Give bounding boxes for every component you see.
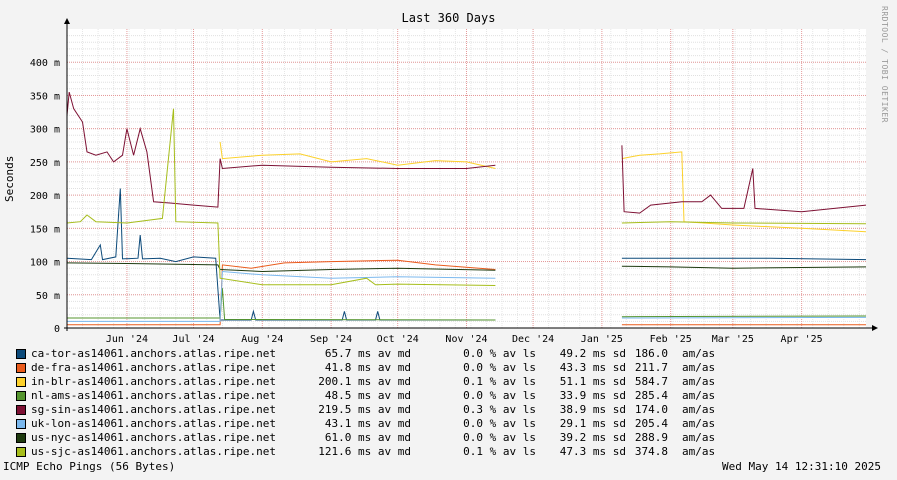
- x-tick-label: Aug '24: [241, 334, 283, 345]
- legend-sd: 39.2 ms sd: [559, 431, 626, 444]
- legend-sd: 38.9 ms sd: [559, 403, 626, 416]
- x-axis-arrow: [872, 325, 878, 331]
- legend-swatch: [16, 419, 26, 429]
- legend-loss: 0.0 % av ls: [463, 347, 536, 360]
- legend-unit: am/as: [682, 445, 716, 458]
- legend-sd: 33.9 ms sd: [559, 389, 626, 402]
- chart-canvas: 0 50 m 100 m 150 m 200 m 250 m 300 m 350 m 400 m…: [30, 18, 878, 345]
- legend-median: 41.8 ms av md: [324, 361, 411, 374]
- legend-loss: 0.0 % av ls: [463, 417, 536, 430]
- legend-unit: am/as: [682, 347, 716, 360]
- y-tick-label: 400 m: [30, 58, 60, 69]
- legend-host: nl-ams-as14061.anchors.atlas.ripe.net: [31, 389, 277, 402]
- legend-row: de-fra-as14061.anchors.atlas.ripe.net 41.…: [16, 361, 896, 375]
- legend-row: us-nyc-as14061.anchors.atlas.ripe.net 61.…: [16, 431, 896, 445]
- legend-median: 219.5 ms av md: [318, 403, 411, 416]
- legend-host: us-sjc-as14061.anchors.atlas.ripe.net: [31, 445, 277, 458]
- legend-host: us-nyc-as14061.anchors.atlas.ripe.net: [31, 431, 277, 444]
- x-tick-label: Feb '25: [650, 334, 692, 345]
- legend-loss: 0.0 % av ls: [463, 389, 536, 402]
- legend-swatch: [16, 363, 26, 373]
- legend-host: in-blr-as14061.anchors.atlas.ripe.net: [31, 375, 277, 388]
- legend-swatch: [16, 433, 26, 443]
- y-tick-label: 300 m: [30, 125, 60, 136]
- legend-ratio: 288.9: [634, 431, 668, 444]
- legend: ca-tor-as14061.anchors.atlas.ripe.net 65.…: [16, 347, 896, 459]
- legend-swatch: [16, 405, 26, 415]
- footer-timestamp: Wed May 14 12:31:10 2025: [722, 460, 881, 473]
- x-tick-label: Sep '24: [310, 334, 352, 345]
- legend-ratio: 205.4: [634, 417, 668, 430]
- legend-unit: am/as: [682, 375, 716, 388]
- rrd-graph: Last 360 Days RRDTOOL / TOBI OETIKER Sec…: [0, 0, 897, 480]
- series-line-nl-ams-as14061: [621, 315, 867, 318]
- legend-ratio: 374.8: [634, 445, 668, 458]
- legend-loss: 0.1 % av ls: [463, 445, 536, 458]
- legend-sd: 29.1 ms sd: [559, 417, 626, 430]
- legend-unit: am/as: [682, 403, 716, 416]
- legend-row: ca-tor-as14061.anchors.atlas.ripe.net 65.…: [16, 347, 896, 361]
- legend-swatch: [16, 349, 26, 359]
- legend-row: us-sjc-as14061.anchors.atlas.ripe.net 121…: [16, 445, 896, 459]
- x-tick-label: Apr '25: [781, 334, 823, 345]
- legend-row: uk-lon-as14061.anchors.atlas.ripe.net 43.…: [16, 417, 896, 431]
- legend-host: sg-sin-as14061.anchors.atlas.ripe.net: [31, 403, 277, 416]
- legend-unit: am/as: [682, 361, 716, 374]
- legend-loss: 0.0 % av ls: [463, 361, 536, 374]
- y-tick-label: 250 m: [30, 158, 60, 169]
- y-tick-label: 150 m: [30, 224, 60, 235]
- legend-ratio: 186.0: [634, 347, 668, 360]
- legend-unit: am/as: [682, 417, 716, 430]
- legend-loss: 0.1 % av ls: [463, 375, 536, 388]
- legend-swatch: [16, 391, 26, 401]
- legend-swatch: [16, 447, 26, 457]
- legend-loss: 0.3 % av ls: [463, 403, 536, 416]
- y-tick-label: 0: [54, 324, 60, 335]
- legend-row: in-blr-as14061.anchors.atlas.ripe.net 200…: [16, 375, 896, 389]
- x-tick-label: Dec '24: [512, 334, 554, 345]
- legend-median: 200.1 ms av md: [318, 375, 411, 388]
- footer-caption: ICMP Echo Pings (56 Bytes): [3, 460, 176, 473]
- y-tick-label: 200 m: [30, 191, 60, 202]
- legend-host: uk-lon-as14061.anchors.atlas.ripe.net: [31, 417, 277, 430]
- legend-ratio: 211.7: [634, 361, 668, 374]
- legend-row: sg-sin-as14061.anchors.atlas.ripe.net 219…: [16, 403, 896, 417]
- legend-ratio: 285.4: [634, 389, 668, 402]
- legend-median: 48.5 ms av md: [324, 389, 411, 402]
- legend-ratio: 584.7: [634, 375, 668, 388]
- x-tick-label: Nov '24: [445, 334, 487, 345]
- legend-sd: 47.3 ms sd: [559, 445, 626, 458]
- legend-unit: am/as: [682, 431, 716, 444]
- series-line-uk-lon-as14061: [621, 316, 867, 319]
- legend-median: 65.7 ms av md: [324, 347, 411, 360]
- legend-median: 61.0 ms av md: [324, 431, 411, 444]
- legend-row: nl-ams-as14061.anchors.atlas.ripe.net 48.…: [16, 389, 896, 403]
- legend-swatch: [16, 377, 26, 387]
- legend-sd: 49.2 ms sd: [559, 347, 626, 360]
- x-tick-label: Mar '25: [712, 334, 754, 345]
- legend-sd: 43.3 ms sd: [559, 361, 626, 374]
- x-tick-label: Jun '24: [106, 334, 148, 345]
- legend-host: de-fra-as14061.anchors.atlas.ripe.net: [31, 361, 277, 374]
- legend-median: 121.6 ms av md: [318, 445, 411, 458]
- legend-unit: am/as: [682, 389, 716, 402]
- legend-ratio: 174.0: [634, 403, 668, 416]
- y-axis-arrow: [64, 18, 70, 24]
- legend-loss: 0.0 % av ls: [463, 431, 536, 444]
- y-tick-label: 50 m: [36, 291, 60, 302]
- x-tick-label: Oct '24: [377, 334, 419, 345]
- x-tick-label: Jul '24: [172, 334, 214, 345]
- x-tick-label: Jan '25: [581, 334, 623, 345]
- legend-host: ca-tor-as14061.anchors.atlas.ripe.net: [31, 347, 277, 360]
- legend-median: 43.1 ms av md: [324, 417, 411, 430]
- legend-sd: 51.1 ms sd: [559, 375, 626, 388]
- y-tick-label: 100 m: [30, 258, 60, 269]
- y-tick-label: 350 m: [30, 91, 60, 102]
